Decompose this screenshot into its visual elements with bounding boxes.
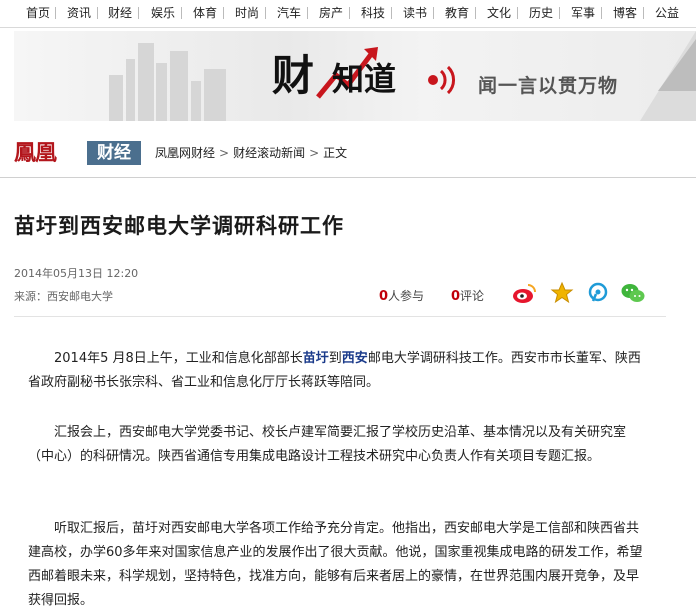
banner-logo-cai: 财 [272, 51, 314, 100]
breadcrumb: 凤凰网财经 > 财经滚动新闻 > 正文 [155, 146, 347, 160]
skyline-building [170, 51, 188, 121]
nav-separator [349, 7, 350, 19]
nav-military[interactable]: 军事 [571, 6, 595, 20]
nav-separator [265, 7, 266, 19]
star-icon[interactable] [550, 281, 574, 305]
nav-separator [475, 7, 476, 19]
weibo-icon[interactable] [511, 281, 537, 305]
finance-channel-logo[interactable]: 财经 [87, 141, 141, 165]
nav-finance[interactable]: 财经 [108, 6, 132, 20]
nav-separator [391, 7, 392, 19]
banner-ad[interactable]: 财 知道 闻一言以贯万物 [14, 31, 696, 121]
speaker-waves-icon [428, 65, 455, 95]
nav-separator [433, 7, 434, 19]
skyline-building [191, 81, 201, 121]
article-title: 苗圩到西安邮电大学调研科研工作 [14, 213, 344, 238]
article-source: 来源：西安邮电大学 [14, 290, 113, 303]
nav-fashion[interactable]: 时尚 [235, 6, 259, 20]
nav-charity[interactable]: 公益 [655, 6, 679, 20]
header-divider [14, 316, 666, 317]
banner-logo-zhidao: 知道 [332, 60, 397, 98]
article-paragraph-2: 汇报会上，西安邮电大学党委书记、校长卢建军简要汇报了学校历史沿革、基本情况以及有… [28, 425, 627, 464]
comments-label: 评论 [460, 289, 485, 303]
breadcrumb-current: 正文 [323, 146, 348, 160]
breadcrumb-ifeng-finance[interactable]: 凤凰网财经 [155, 146, 215, 160]
breadcrumb-rolling-news[interactable]: 财经滚动新闻 [233, 146, 305, 160]
nav-separator [517, 7, 518, 19]
paragraph-text: 到 [328, 351, 342, 366]
participants-count: 0 [379, 289, 389, 304]
page-fold-icon [640, 31, 696, 121]
nav-separator [55, 7, 56, 19]
nav-separator [223, 7, 224, 19]
nav-auto[interactable]: 汽车 [277, 6, 301, 20]
article-paragraph-3: 听取汇报后，苗圩对西安邮电大学各项工作给予充分肯定。他指出，西安邮电大学是工信部… [28, 521, 643, 608]
skyline-building [138, 43, 154, 121]
keyword-link-xian[interactable]: 西安 [342, 351, 368, 366]
article-paragraph-1: 2014年5 月8日上午，工业和信息化部部长苗圩到西安邮电大学调研科技工作。西安… [28, 347, 650, 395]
chevron-right-icon: > [219, 146, 230, 160]
nav-separator [559, 7, 560, 19]
nav-culture[interactable]: 文化 [487, 6, 511, 20]
nav-realestate[interactable]: 房产 [319, 6, 343, 20]
comments-count: 0 [451, 289, 461, 304]
ifeng-logo[interactable]: 鳳凰 [14, 140, 57, 166]
nav-entertainment[interactable]: 娱乐 [151, 6, 175, 20]
nav-separator [181, 7, 182, 19]
comments-link[interactable]: 0评论 [451, 287, 484, 304]
nav-blog[interactable]: 博客 [613, 6, 637, 20]
participants-link[interactable]: 0人参与 [379, 287, 424, 304]
article-datetime: 2014年05月13日 12:20 [14, 267, 139, 280]
skyline-building [204, 69, 226, 121]
chevron-right-icon: > [309, 146, 320, 160]
nav-history[interactable]: 历史 [529, 6, 553, 20]
nav-separator [601, 7, 602, 19]
wechat-icon[interactable] [620, 281, 646, 305]
banner-slogan: 闻一言以贯万物 [478, 75, 619, 97]
keyword-link-miaowei[interactable]: 苗圩 [303, 351, 329, 366]
skyline-building [126, 59, 135, 121]
tencent-weibo-icon[interactable] [586, 281, 610, 305]
nav-books[interactable]: 读书 [403, 6, 427, 20]
section-header: 鳳凰 财经 凤凰网财经 > 财经滚动新闻 > 正文 [0, 131, 696, 178]
nav-education[interactable]: 教育 [445, 6, 469, 20]
nav-separator [138, 7, 139, 19]
nav-home[interactable]: 首页 [26, 6, 50, 20]
nav-separator [307, 7, 308, 19]
skyline-building [109, 75, 123, 121]
nav-separator [97, 7, 98, 19]
participants-label: 人参与 [388, 289, 425, 303]
nav-sports[interactable]: 体育 [193, 6, 217, 20]
skyline-building [156, 63, 167, 121]
paragraph-text: 2014年5 月8日上午，工业和信息化部部长 [54, 351, 303, 366]
nav-news[interactable]: 资讯 [67, 6, 91, 20]
nav-tech[interactable]: 科技 [361, 6, 385, 20]
top-nav: 首页 资讯 财经 娱乐 体育 时尚 汽车 房产 科技 读书 教育 文化 历史 军… [0, 0, 696, 28]
nav-separator [643, 7, 644, 19]
